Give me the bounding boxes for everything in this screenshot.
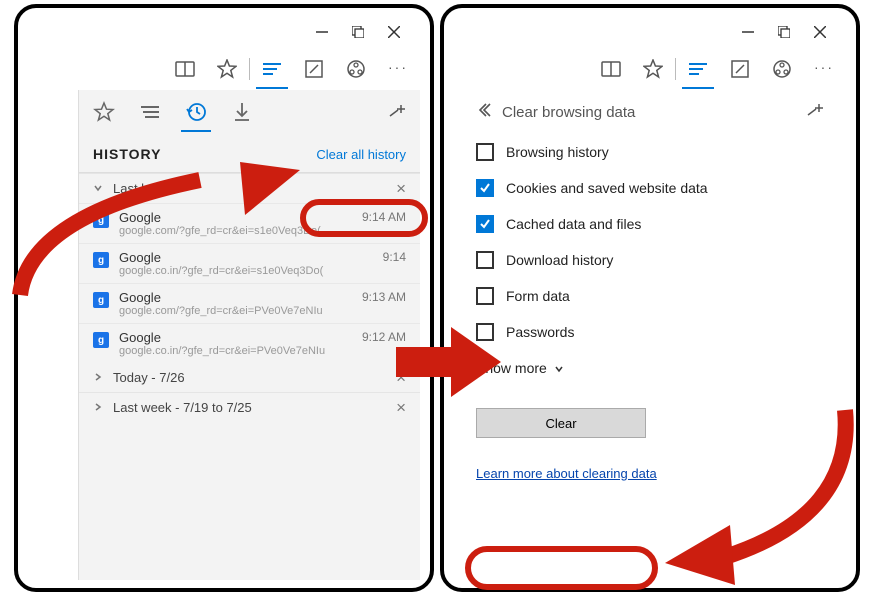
- more-icon[interactable]: ···: [814, 59, 834, 79]
- clear-button[interactable]: Clear: [476, 408, 646, 438]
- clear-option[interactable]: Cookies and saved website data: [476, 170, 824, 206]
- webnote-icon[interactable]: [730, 59, 750, 79]
- reading-view-icon[interactable]: [601, 59, 621, 79]
- learn-more-link[interactable]: Learn more about clearing data: [476, 466, 657, 481]
- history-group[interactable]: Last week - 7/19 to 7/25 ×: [79, 392, 420, 422]
- history-section-last-hour[interactable]: Last hour ×: [79, 173, 420, 203]
- entry-url: google.com/?gfe_rd=cr&ei=s1e0Veq3Do(: [119, 225, 406, 237]
- hub-icon[interactable]: [688, 59, 708, 79]
- reading-list-tab-icon[interactable]: [139, 101, 161, 123]
- maximize-button[interactable]: [778, 26, 790, 38]
- more-icon[interactable]: ···: [388, 59, 408, 79]
- entry-url: google.co.in/?gfe_rd=cr&ei=PVe0Ve7eNIu: [119, 345, 406, 357]
- show-more-label: Show more: [476, 360, 547, 376]
- titlebar: [28, 16, 420, 48]
- option-label: Browsing history: [506, 144, 609, 160]
- option-label: Download history: [506, 252, 613, 268]
- option-label: Cached data and files: [506, 216, 641, 232]
- entry-title: Google: [119, 250, 406, 265]
- history-entry[interactable]: gGooglegoogle.co.in/?gfe_rd=cr&ei=PVe0Ve…: [79, 323, 420, 363]
- close-icon[interactable]: ×: [396, 399, 406, 416]
- separator: [249, 58, 250, 80]
- history-tab-icon[interactable]: [185, 101, 207, 123]
- option-label: Form data: [506, 288, 570, 304]
- google-favicon: g: [93, 212, 109, 228]
- titlebar: [454, 16, 846, 48]
- google-favicon: g: [93, 332, 109, 348]
- chevron-right-icon: [93, 370, 105, 385]
- option-label: Cookies and saved website data: [506, 180, 708, 196]
- chevron-down-icon: [93, 181, 105, 196]
- chevron-right-icon: [93, 400, 105, 415]
- favorite-star-icon[interactable]: [217, 59, 237, 79]
- minimize-button[interactable]: [742, 26, 754, 38]
- clear-option[interactable]: Passwords: [476, 314, 824, 350]
- hub-icon[interactable]: [262, 59, 282, 79]
- section-label: Last hour: [113, 181, 167, 196]
- entry-time: 9:14 AM: [362, 210, 406, 224]
- separator: [675, 58, 676, 80]
- clear-option[interactable]: Browsing history: [476, 134, 824, 170]
- share-icon[interactable]: [772, 59, 792, 79]
- browser-toolbar: ···: [28, 48, 420, 90]
- hub-panel: HISTORY Clear all history Last hour × gG…: [78, 90, 420, 580]
- close-icon[interactable]: ×: [396, 369, 406, 386]
- share-icon[interactable]: [346, 59, 366, 79]
- clear-browsing-data-panel: Clear browsing data Browsing history Cook…: [454, 90, 846, 580]
- entry-time: 9:12 AM: [362, 330, 406, 344]
- hub-tabs: [79, 90, 420, 134]
- history-entry[interactable]: gGooglegoogle.com/?gfe_rd=cr&ei=s1e0Veq3…: [79, 203, 420, 243]
- maximize-button[interactable]: [352, 26, 364, 38]
- checkbox[interactable]: [476, 215, 494, 233]
- google-favicon: g: [93, 292, 109, 308]
- show-more-toggle[interactable]: Show more: [476, 350, 824, 386]
- browser-toolbar: ···: [454, 48, 846, 90]
- checkbox[interactable]: [476, 287, 494, 305]
- close-button[interactable]: [814, 26, 826, 38]
- checkbox[interactable]: [476, 323, 494, 341]
- close-button[interactable]: [388, 26, 400, 38]
- minimize-button[interactable]: [316, 26, 328, 38]
- clear-option[interactable]: Cached data and files: [476, 206, 824, 242]
- webnote-icon[interactable]: [304, 59, 324, 79]
- back-chevron-icon[interactable]: [476, 102, 492, 123]
- window-left: ··· HISTORY Clear all history Last hour …: [28, 16, 420, 580]
- clear-option[interactable]: Download history: [476, 242, 824, 278]
- history-entry[interactable]: gGooglegoogle.com/?gfe_rd=cr&ei=PVe0Ve7e…: [79, 283, 420, 323]
- entry-time: 9:14: [383, 250, 406, 264]
- entry-url: google.co.in/?gfe_rd=cr&ei=s1e0Veq3Do(: [119, 265, 406, 277]
- pin-icon[interactable]: [388, 102, 406, 125]
- downloads-tab-icon[interactable]: [231, 101, 253, 123]
- favorites-tab-icon[interactable]: [93, 101, 115, 123]
- reading-view-icon[interactable]: [175, 59, 195, 79]
- checkbox[interactable]: [476, 179, 494, 197]
- entry-url: google.com/?gfe_rd=cr&ei=PVe0Ve7eNIu: [119, 305, 406, 317]
- clear-all-history-link[interactable]: Clear all history: [316, 147, 406, 162]
- group-label: Last week - 7/19 to 7/25: [113, 400, 252, 415]
- group-label: Today - 7/26: [113, 370, 185, 385]
- checkbox[interactable]: [476, 143, 494, 161]
- panel-title: Clear browsing data: [502, 104, 635, 121]
- favorite-star-icon[interactable]: [643, 59, 663, 79]
- entry-time: 9:13 AM: [362, 290, 406, 304]
- history-entry[interactable]: g Googlegoogle.co.in/?gfe_rd=cr&ei=s1e0Ve…: [79, 243, 420, 283]
- pin-icon[interactable]: [806, 101, 824, 124]
- history-heading: HISTORY: [93, 146, 161, 162]
- close-icon[interactable]: ×: [396, 180, 406, 197]
- option-label: Passwords: [506, 324, 574, 340]
- history-group[interactable]: Today - 7/26 ×: [79, 363, 420, 392]
- clear-option[interactable]: Form data: [476, 278, 824, 314]
- checkbox[interactable]: [476, 251, 494, 269]
- google-favicon: g: [93, 252, 109, 268]
- window-right: ··· Clear browsing data Browsing history…: [454, 16, 846, 580]
